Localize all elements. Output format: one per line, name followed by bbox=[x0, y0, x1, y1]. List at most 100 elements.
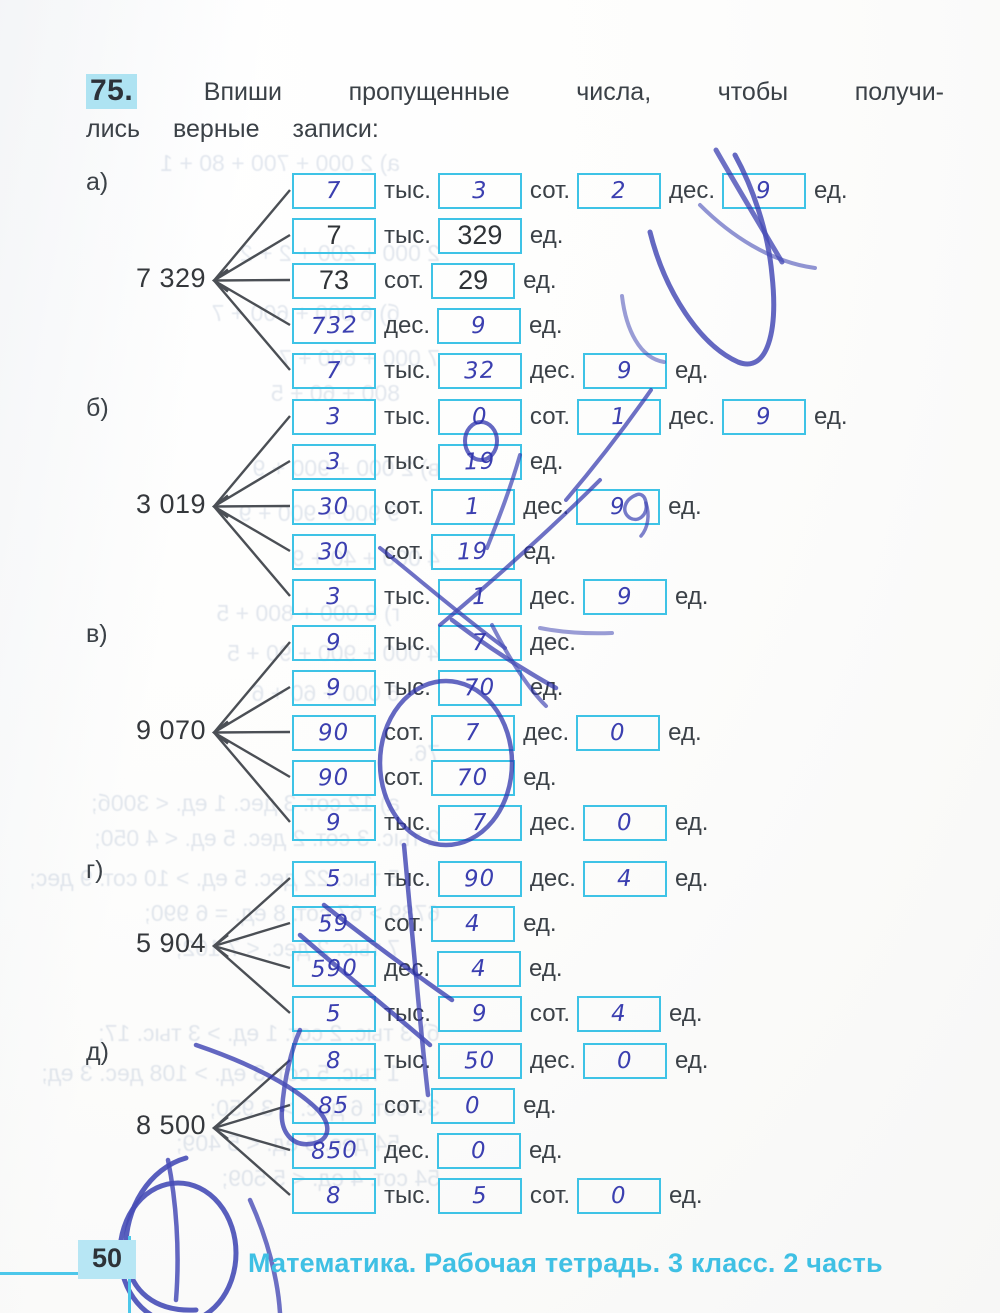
answer-box[interactable]: 19 bbox=[437, 443, 522, 480]
handwritten-value: 30 bbox=[317, 537, 351, 566]
answer-box[interactable]: 7 bbox=[292, 352, 376, 389]
unit-label: дес. bbox=[523, 718, 570, 746]
unit-label: тыс. bbox=[384, 673, 431, 701]
answer-box[interactable]: 1 bbox=[431, 488, 516, 525]
handwritten-value: 3 bbox=[325, 448, 343, 475]
answer-box[interactable]: 9 bbox=[292, 669, 376, 706]
answer-box[interactable]: 8 bbox=[292, 1177, 376, 1214]
answer-box[interactable]: 7 bbox=[292, 172, 376, 209]
answer-box[interactable]: 59 bbox=[292, 905, 376, 942]
answer-box[interactable]: 2 bbox=[577, 172, 662, 209]
unit-label: тыс. bbox=[384, 402, 431, 430]
answer-box[interactable]: 5 bbox=[437, 1177, 522, 1214]
answer-box[interactable]: 0 bbox=[577, 1177, 662, 1214]
unit-label: ед. bbox=[674, 356, 709, 384]
unit-label: тыс. bbox=[384, 1046, 431, 1074]
answer-box[interactable]: 3 bbox=[292, 443, 376, 480]
unit-label: тыс. bbox=[384, 628, 431, 656]
answer-box[interactable]: 7 bbox=[437, 624, 522, 661]
answer-box[interactable]: 9 bbox=[292, 624, 376, 661]
handwritten-value: 9 bbox=[325, 629, 343, 656]
decomposition-rows: 8 тыс. 50 дес. 0 ед. 85 сот. 0 ед. 850 дес. 0 ед. 8 тыс… bbox=[292, 1038, 715, 1218]
unit-label: ед. bbox=[674, 1046, 709, 1074]
answer-box[interactable]: 5 bbox=[292, 860, 376, 897]
answer-box[interactable]: 732 bbox=[292, 307, 376, 344]
answer-box[interactable]: 30 bbox=[292, 488, 376, 525]
answer-box[interactable]: 9 bbox=[437, 995, 522, 1032]
answer-box[interactable]: 0 bbox=[437, 398, 522, 435]
answer-box[interactable]: 4 bbox=[582, 860, 667, 897]
answer-box[interactable]: 1 bbox=[577, 398, 662, 435]
answer-box[interactable]: 30 bbox=[292, 533, 376, 570]
answer-box[interactable]: 9 bbox=[582, 578, 667, 615]
answer-box[interactable]: 4 bbox=[431, 905, 516, 942]
source-number: 7 329 bbox=[136, 262, 207, 293]
answer-box[interactable]: 9 bbox=[582, 352, 667, 389]
handwritten-value: 0 bbox=[616, 1047, 634, 1074]
decomposition-row: 7 тыс. 3 сот. 2 дес. 9 ед. bbox=[292, 168, 855, 213]
unit-label: дес. bbox=[529, 1046, 576, 1074]
decomposition-row: 73 сот. 29 ед. bbox=[292, 258, 855, 303]
answer-box[interactable]: 90 bbox=[292, 759, 376, 796]
answer-box[interactable]: 3 bbox=[437, 172, 522, 209]
answer-box[interactable]: 9 bbox=[292, 804, 376, 841]
answer-box[interactable]: 0 bbox=[437, 1132, 522, 1169]
decomposition-row: 9 тыс. 7 дес. 0 ед. bbox=[292, 800, 715, 845]
answer-box[interactable]: 32 bbox=[437, 352, 522, 389]
answer-box[interactable]: 85 bbox=[292, 1087, 376, 1124]
printed-value: 7 bbox=[326, 220, 342, 250]
handwritten-value: 7 bbox=[471, 809, 489, 836]
answer-box[interactable]: 8 bbox=[292, 1042, 376, 1079]
unit-label: тыс. bbox=[384, 582, 431, 610]
answer-box[interactable]: 70 bbox=[431, 759, 516, 796]
unit-label: дес. bbox=[669, 176, 716, 204]
answer-box[interactable]: 5 bbox=[292, 995, 376, 1032]
answer-box[interactable]: 3 bbox=[292, 578, 376, 615]
answer-box[interactable]: 329 bbox=[437, 217, 522, 254]
unit-label: тыс. bbox=[384, 176, 431, 204]
unit-label: дес. bbox=[384, 954, 431, 982]
answer-box[interactable]: 29 bbox=[431, 262, 516, 299]
answer-box[interactable]: 1 bbox=[437, 578, 522, 615]
answer-box[interactable]: 9 bbox=[722, 398, 807, 435]
answer-box[interactable]: 7 bbox=[437, 804, 522, 841]
source-number: 8 500 bbox=[136, 1110, 207, 1140]
decomposition-row: 7 тыс. 329 ед. bbox=[292, 213, 855, 258]
unit-label: ед. bbox=[529, 954, 563, 982]
unit-label: тыс. bbox=[384, 447, 431, 475]
answer-box[interactable]: 90 bbox=[292, 714, 376, 751]
decomposition-row: 30 сот. 19 ед. bbox=[292, 529, 855, 574]
handwritten-value: 4 bbox=[470, 955, 488, 982]
handwritten-value: 19 bbox=[463, 447, 497, 476]
answer-box[interactable]: 9 bbox=[722, 172, 807, 209]
answer-box[interactable]: 7 bbox=[431, 714, 516, 751]
decomposition-rows: 9 тыс. 7 дес. 9 тыс. 70 ед. 90 сот. 7 дес. 0 ед. 90 сот… bbox=[292, 620, 715, 845]
decomposition-row: 9 тыс. 70 ед. bbox=[292, 665, 715, 710]
answer-box[interactable]: 50 bbox=[437, 1042, 522, 1079]
answer-box[interactable]: 7 bbox=[292, 217, 376, 254]
answer-box[interactable]: 9 bbox=[437, 307, 522, 344]
handwritten-value: 9 bbox=[616, 357, 634, 384]
unit-label: ед. bbox=[674, 808, 709, 836]
answer-box[interactable]: 73 bbox=[292, 262, 376, 299]
handwritten-value: 1 bbox=[471, 583, 489, 610]
unit-label: тыс. bbox=[384, 221, 431, 249]
answer-box[interactable]: 850 bbox=[292, 1132, 376, 1169]
answer-box[interactable]: 9 bbox=[576, 488, 661, 525]
answer-box[interactable]: 70 bbox=[437, 669, 522, 706]
page-number: 50 bbox=[78, 1240, 137, 1279]
answer-box[interactable]: 0 bbox=[582, 804, 667, 841]
answer-box[interactable]: 0 bbox=[431, 1087, 516, 1124]
unit-label: дес. bbox=[529, 864, 576, 892]
handwritten-value: 9 bbox=[325, 809, 343, 836]
answer-box[interactable]: 4 bbox=[577, 995, 662, 1032]
answer-box[interactable]: 0 bbox=[582, 1042, 667, 1079]
answer-box[interactable]: 4 bbox=[437, 950, 522, 987]
answer-box[interactable]: 0 bbox=[576, 714, 661, 751]
answer-box[interactable]: 90 bbox=[437, 860, 522, 897]
answer-box[interactable]: 3 bbox=[292, 398, 376, 435]
handwritten-value: 590 bbox=[310, 954, 358, 983]
unit-label: дес. bbox=[523, 492, 570, 520]
answer-box[interactable]: 590 bbox=[292, 950, 376, 987]
answer-box[interactable]: 19 bbox=[431, 533, 516, 570]
